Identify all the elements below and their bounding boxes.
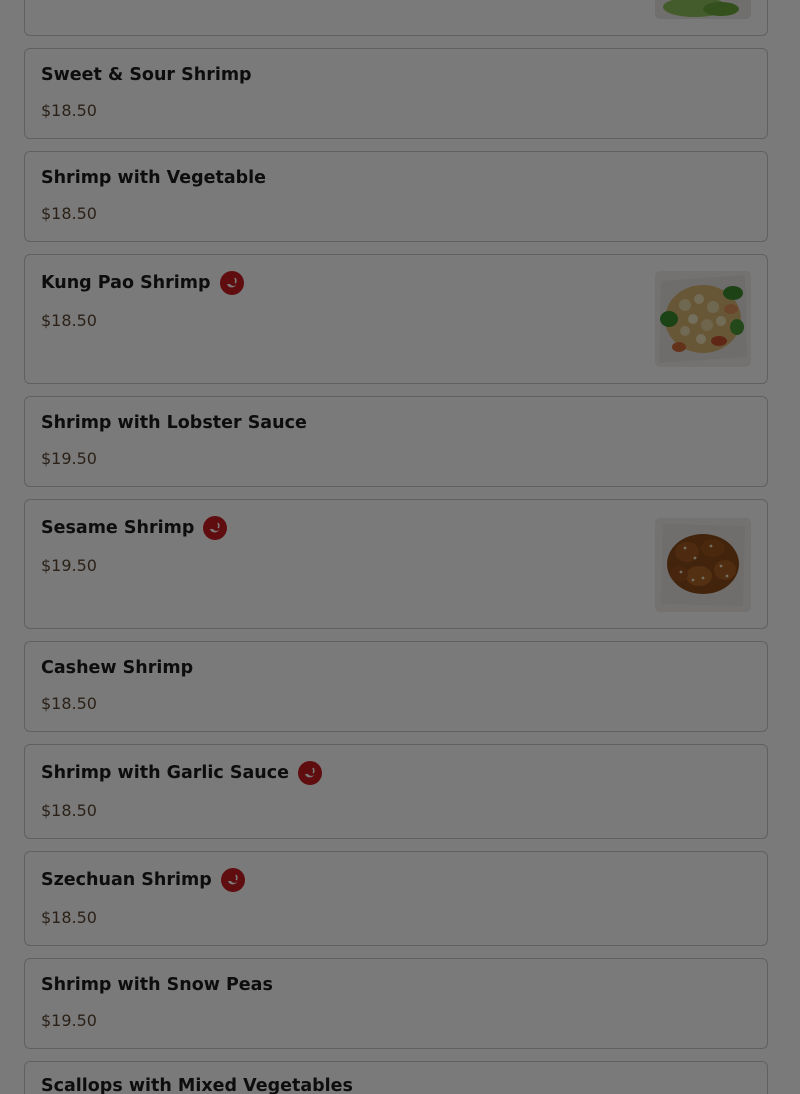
menu-item-name: Shrimp with Vegetable — [41, 168, 267, 188]
menu-item-card[interactable]: Kung Pao Shrimp $18.50 — [24, 254, 768, 384]
menu-item-card[interactable]: Shrimp with Vegetable $18.50 — [24, 151, 768, 242]
menu-item-card[interactable]: Sweet & Sour Shrimp $18.50 — [24, 48, 768, 139]
menu-item-price: $18.50 — [41, 101, 97, 120]
menu-item-name: Kung Pao Shrimp — [41, 271, 244, 295]
menu-item-card[interactable]: Scallops with Mixed Vegetables — [24, 1061, 768, 1094]
menu-item-name: Sweet & Sour Shrimp — [41, 65, 252, 85]
menu-item-card[interactable]: Cashew Shrimp $18.50 — [24, 641, 768, 732]
menu-item-price: $19.50 — [41, 1011, 97, 1030]
menu-item-price: $18.50 — [41, 694, 97, 713]
menu-item-price: $19.50 — [41, 449, 97, 468]
menu-item-card[interactable]: Sesame Shrimp $19.50 — [24, 499, 768, 629]
menu-item-card[interactable] — [24, 0, 768, 36]
menu-item-name: Szechuan Shrimp — [41, 868, 245, 892]
menu-item-name: Shrimp with Garlic Sauce — [41, 761, 323, 785]
menu-item-price: $18.50 — [41, 204, 97, 223]
menu-item-card[interactable]: Szechuan Shrimp $18.50 — [24, 851, 768, 946]
menu-item-price: $18.50 — [41, 311, 97, 330]
menu-item-price: $18.50 — [41, 908, 97, 927]
sesame-shrimp-photo[interactable] — [655, 518, 751, 612]
chili-pepper-icon — [220, 868, 245, 892]
kung-pao-shrimp-photo[interactable] — [655, 271, 751, 367]
menu-item-name: Shrimp with Lobster Sauce — [41, 413, 307, 433]
menu-item-card[interactable]: Shrimp with Snow Peas $19.50 — [24, 958, 768, 1049]
menu-item-name: Scallops with Mixed Vegetables — [41, 1076, 353, 1094]
menu-item-name: Shrimp with Snow Peas — [41, 975, 273, 995]
menu-item-card[interactable]: Shrimp with Garlic Sauce $18.50 — [24, 744, 768, 839]
menu-item-card[interactable]: Shrimp with Lobster Sauce $19.50 — [24, 396, 768, 487]
chili-pepper-icon — [298, 761, 323, 785]
menu-item-photo — [655, 0, 751, 19]
menu-item-price: $19.50 — [41, 556, 97, 575]
menu-item-price: $18.50 — [41, 801, 97, 820]
menu-item-name: Cashew Shrimp — [41, 658, 194, 678]
chili-pepper-icon — [203, 516, 228, 540]
chili-pepper-icon — [219, 271, 244, 295]
menu-item-name: Sesame Shrimp — [41, 516, 228, 540]
